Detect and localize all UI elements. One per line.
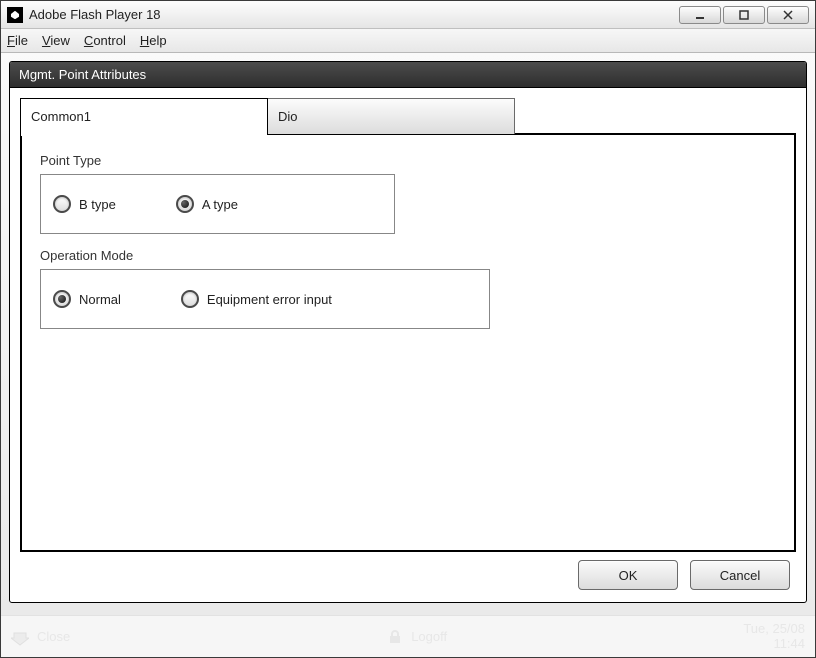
bottom-time: 11:44 bbox=[743, 637, 805, 651]
radio-a-type[interactable]: A type bbox=[176, 195, 238, 213]
window-close-button[interactable] bbox=[767, 6, 809, 24]
point-type-group: B type A type bbox=[40, 174, 395, 234]
menu-file-rest: ile bbox=[15, 33, 28, 48]
point-type-label: Point Type bbox=[40, 153, 776, 168]
down-arrow-icon bbox=[11, 628, 29, 646]
radio-b-type[interactable]: B type bbox=[53, 195, 116, 213]
window-controls bbox=[679, 6, 809, 24]
tab-common1-label: Common1 bbox=[31, 109, 91, 124]
client-area: Mgmt. Point Attributes Common1 Dio Point… bbox=[1, 53, 815, 615]
bottom-close-label: Close bbox=[37, 629, 70, 644]
menu-control-rest: ontrol bbox=[93, 33, 126, 48]
tab-common1[interactable]: Common1 bbox=[20, 98, 268, 134]
radio-a-type-label: A type bbox=[202, 197, 238, 212]
menu-help[interactable]: Help bbox=[140, 33, 167, 48]
radio-equip-error-label: Equipment error input bbox=[207, 292, 332, 307]
lock-icon bbox=[387, 629, 403, 645]
dialog-button-row: OK Cancel bbox=[20, 552, 796, 592]
panel-body: Common1 Dio Point Type B type bbox=[10, 88, 806, 602]
maximize-button[interactable] bbox=[723, 6, 765, 24]
radio-dot-selected-icon bbox=[53, 290, 71, 308]
close-icon bbox=[782, 9, 794, 21]
tab-dio[interactable]: Dio bbox=[267, 98, 515, 134]
app-window: Adobe Flash Player 18 File View Control … bbox=[0, 0, 816, 658]
titlebar: Adobe Flash Player 18 bbox=[1, 1, 815, 29]
operation-mode-label: Operation Mode bbox=[40, 248, 776, 263]
bottom-date: Tue, 25/08 bbox=[743, 622, 805, 636]
bottom-close-button[interactable]: Close bbox=[11, 628, 91, 646]
ok-button[interactable]: OK bbox=[578, 560, 678, 590]
menu-view[interactable]: View bbox=[42, 33, 70, 48]
tab-dio-label: Dio bbox=[278, 109, 298, 124]
bottom-datetime: Tue, 25/08 11:44 bbox=[743, 622, 805, 651]
minimize-icon bbox=[694, 9, 706, 21]
mgmt-point-panel: Mgmt. Point Attributes Common1 Dio Point… bbox=[9, 61, 807, 603]
maximize-icon bbox=[738, 9, 750, 21]
menu-control[interactable]: Control bbox=[84, 33, 126, 48]
panel-title: Mgmt. Point Attributes bbox=[10, 62, 806, 88]
bottom-bar: Close Logoff Tue, 25/08 11:44 bbox=[1, 615, 815, 657]
bottom-logoff-button[interactable]: Logoff bbox=[387, 629, 447, 645]
menu-help-rest: elp bbox=[149, 33, 166, 48]
menu-file[interactable]: File bbox=[7, 33, 28, 48]
radio-dot-icon bbox=[53, 195, 71, 213]
radio-normal[interactable]: Normal bbox=[53, 290, 121, 308]
radio-dot-icon bbox=[181, 290, 199, 308]
radio-equip-error[interactable]: Equipment error input bbox=[181, 290, 332, 308]
radio-dot-selected-icon bbox=[176, 195, 194, 213]
window-title: Adobe Flash Player 18 bbox=[29, 7, 679, 22]
flash-app-icon bbox=[7, 7, 23, 23]
radio-b-type-label: B type bbox=[79, 197, 116, 212]
radio-normal-label: Normal bbox=[79, 292, 121, 307]
menubar: File View Control Help bbox=[1, 29, 815, 53]
menu-view-rest: iew bbox=[50, 33, 70, 48]
cancel-button[interactable]: Cancel bbox=[690, 560, 790, 590]
minimize-button[interactable] bbox=[679, 6, 721, 24]
tab-content-common1: Point Type B type A type Operation Mode bbox=[20, 133, 796, 552]
ok-button-label: OK bbox=[619, 568, 638, 583]
operation-mode-group: Normal Equipment error input bbox=[40, 269, 490, 329]
bottom-logoff-label: Logoff bbox=[411, 629, 447, 644]
tabs-row: Common1 Dio bbox=[20, 98, 796, 134]
cancel-button-label: Cancel bbox=[720, 568, 760, 583]
